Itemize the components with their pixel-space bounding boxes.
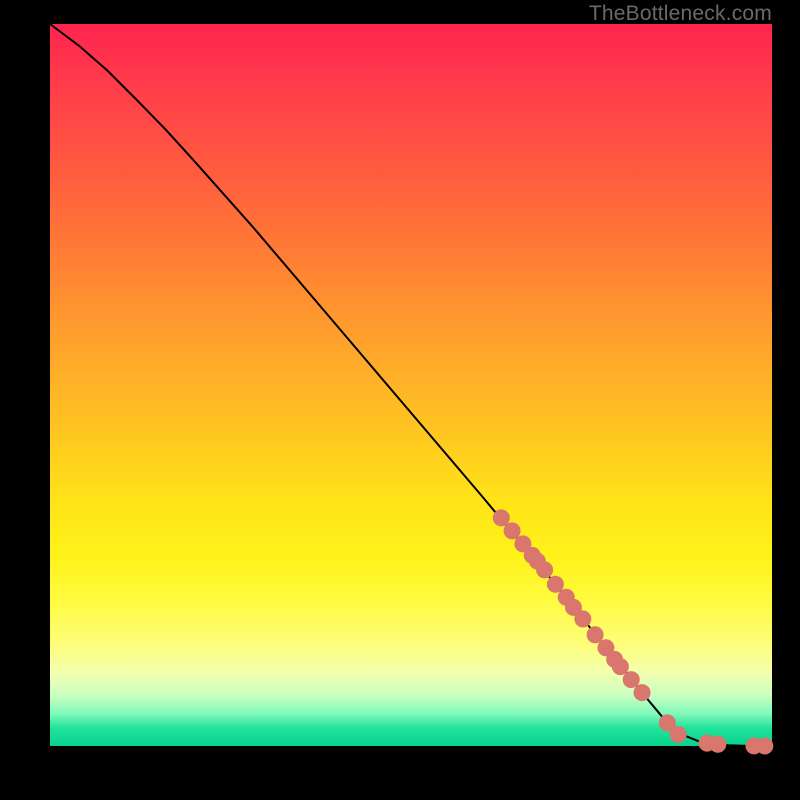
curve-line [50,24,772,746]
data-point [670,726,686,742]
data-point [623,672,639,688]
data-point [634,685,650,701]
chart-frame: TheBottleneck.com [0,0,800,800]
data-point [504,523,520,539]
curve-line-group [50,24,772,746]
data-point [757,738,773,754]
data-point [612,659,628,675]
curve-svg [50,24,772,746]
data-point [537,562,553,578]
data-point [575,611,591,627]
data-point [587,627,603,643]
attribution-label: TheBottleneck.com [589,2,772,26]
data-point [547,576,563,592]
plot-area [50,24,772,746]
data-point [710,736,726,752]
data-point [493,510,509,526]
data-points-group [493,510,773,754]
